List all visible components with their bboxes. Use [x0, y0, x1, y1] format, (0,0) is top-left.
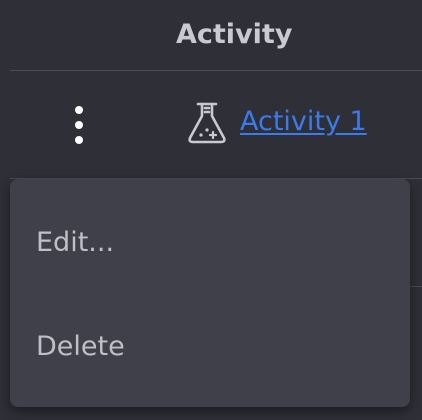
menu-item-delete[interactable]: Delete — [10, 295, 410, 399]
kebab-dot — [75, 106, 83, 114]
kebab-dot — [75, 136, 83, 144]
kebab-dot — [75, 121, 83, 129]
row-context-menu: Edit... Delete — [10, 179, 410, 407]
row-actions-kebab-icon[interactable] — [66, 105, 92, 145]
menu-item-label: Edit... — [36, 227, 115, 258]
menu-item-edit[interactable]: Edit... — [10, 191, 410, 295]
menu-item-label: Delete — [36, 331, 125, 362]
activity-link[interactable]: Activity 1 — [240, 105, 367, 139]
table-row: Activity 1 — [0, 71, 422, 178]
column-header-activity[interactable]: Activity — [176, 18, 292, 52]
table-header: Activity — [0, 0, 422, 70]
flask-icon — [188, 102, 226, 144]
activity-table: Activity Activity 1 Edit... Delete — [0, 0, 422, 420]
